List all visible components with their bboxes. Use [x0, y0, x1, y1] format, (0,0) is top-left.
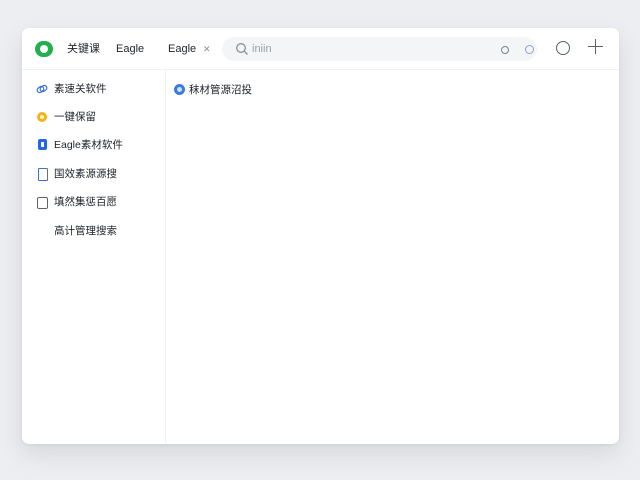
- search-input[interactable]: [252, 37, 492, 61]
- add-tab-icon[interactable]: [588, 39, 603, 54]
- filter-dot-icon[interactable]: [501, 46, 509, 54]
- sidebar: 素速关软件 一键保留 Eagle素材软件 国效素源源搜 填然集惩百愿 高计管理搜…: [22, 70, 166, 444]
- sidebar-item-label: 高计管理搜索: [54, 225, 117, 237]
- app-icon: [38, 139, 47, 150]
- circle-icon: [174, 84, 185, 95]
- tab-eagle-1[interactable]: Eagle: [116, 42, 144, 56]
- sync-dot-icon[interactable]: [525, 45, 534, 54]
- document-icon: [38, 168, 48, 181]
- sidebar-item-0[interactable]: 素速关软件: [36, 81, 164, 97]
- app-logo-icon: [35, 41, 53, 57]
- sidebar-item-3[interactable]: 国效素源源搜: [36, 166, 164, 182]
- link-icon: [36, 84, 48, 94]
- circle-button-icon[interactable]: [556, 41, 570, 55]
- sidebar-item-label: 填然集惩百愿: [54, 196, 117, 208]
- title-bar: 关键课 Eagle Eagle ✕: [22, 28, 619, 70]
- main-content: 秣材管源沼投: [166, 70, 619, 444]
- sidebar-item-label: 国效素源源搜: [54, 168, 117, 180]
- sidebar-item-label: 素速关软件: [54, 83, 107, 95]
- search-icon: [236, 43, 248, 55]
- sidebar-item-4[interactable]: 填然集惩百愿: [36, 194, 164, 210]
- file-icon: [37, 197, 48, 209]
- sidebar-item-label: 一键保留: [54, 111, 96, 123]
- tab-keywords[interactable]: 关键课: [67, 42, 100, 56]
- smile-icon: [37, 112, 47, 122]
- tab-eagle-2[interactable]: Eagle: [168, 42, 196, 56]
- sidebar-item-5[interactable]: 高计管理搜索: [36, 223, 164, 239]
- sidebar-item-label: Eagle素材软件: [54, 139, 123, 151]
- tab-close-icon[interactable]: ✕: [203, 42, 211, 56]
- sidebar-item-1[interactable]: 一键保留: [36, 109, 164, 125]
- sidebar-item-2[interactable]: Eagle素材软件: [36, 137, 164, 153]
- page-title-text: 秣材管源沼投: [189, 84, 252, 96]
- search-bar[interactable]: [222, 37, 537, 61]
- app-window: 关键课 Eagle Eagle ✕ 素速关软件 一键保留: [22, 28, 619, 444]
